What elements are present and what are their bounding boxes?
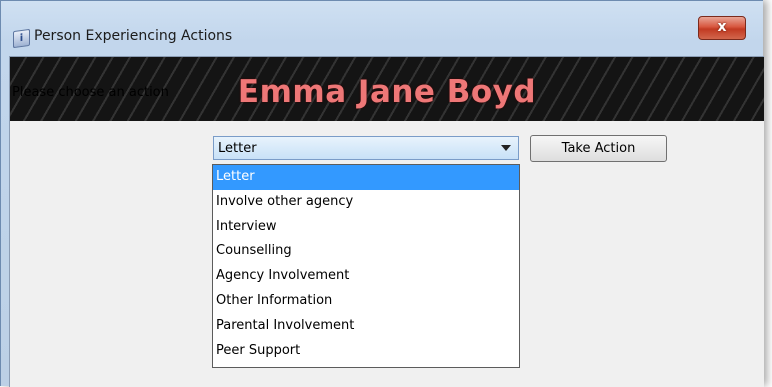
action-option[interactable]: Parental Involvement [213,314,519,339]
action-option[interactable]: Peer Support [213,339,519,364]
action-option[interactable]: Interview [213,215,519,240]
take-action-button[interactable]: Take Action [530,135,667,162]
action-option[interactable]: Letter [213,165,519,190]
title-bar[interactable]: i Person Experiencing Actions x [1,1,763,49]
action-select[interactable]: Letter [213,136,519,160]
app-icon: i [13,28,30,49]
action-options-list: Letter Involve other agency Interview Co… [212,164,520,368]
action-option[interactable]: Other Information [213,289,519,314]
chevron-down-icon[interactable] [501,145,511,151]
action-option[interactable]: Involve other agency [213,190,519,215]
action-select-value: Letter [218,141,257,156]
close-button[interactable]: x [698,16,746,40]
action-prompt-label: Please choose an action [12,85,169,100]
action-option[interactable]: Counselling [213,239,519,264]
window-title: Person Experiencing Actions [34,28,233,44]
action-option[interactable]: Agency Involvement [213,264,519,289]
